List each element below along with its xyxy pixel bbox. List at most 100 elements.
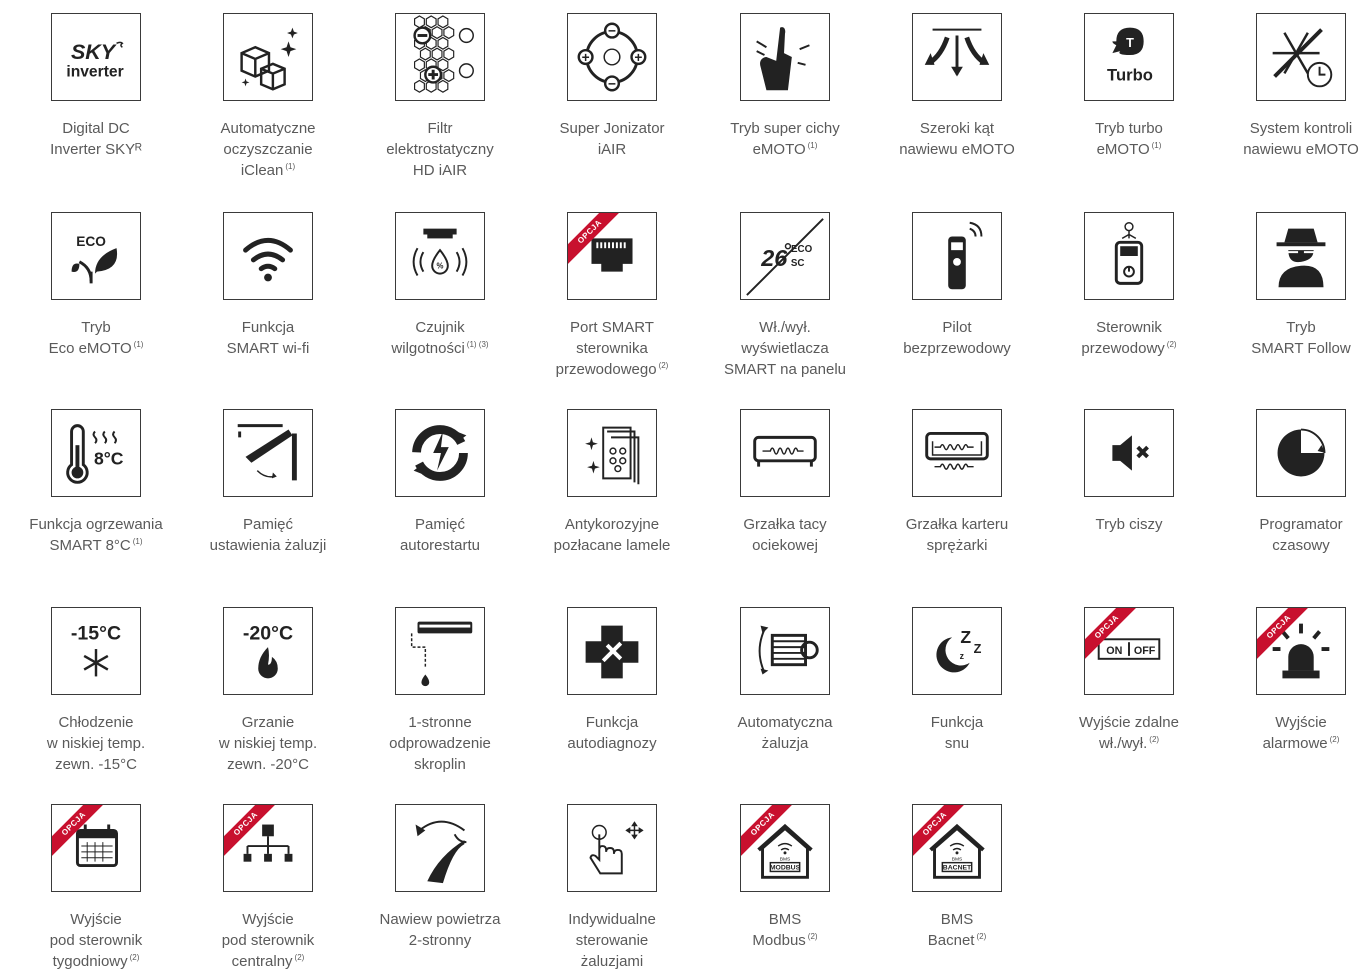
feature-icon-box: ZZz xyxy=(912,607,1002,695)
feature-icon-box xyxy=(912,13,1002,101)
tray-heater-icon xyxy=(753,435,817,467)
caption-line: bezprzewodowy xyxy=(903,340,1011,357)
caption-line: Inverter SKYᴿ xyxy=(50,141,142,158)
feature-caption: Wł./wył. wyświetlacza SMART na panelu xyxy=(689,317,881,380)
alarm-icon xyxy=(1272,623,1330,679)
feature-caption: Tryb turbo eMOTO (1) xyxy=(1033,118,1225,160)
timer-icon xyxy=(1277,428,1326,477)
svg-text:Z: Z xyxy=(974,642,982,656)
feature-icon-box xyxy=(395,409,485,497)
feature-caption: Automatyczna żaluzja xyxy=(689,712,881,754)
svg-text:BMS: BMS xyxy=(780,857,791,863)
caption-line: centralny (2) xyxy=(231,953,305,970)
caption-line: eMOTO (1) xyxy=(752,141,818,158)
caption-line: nawiewu eMOTO xyxy=(899,141,1015,158)
caption-line: zewn. -20°C xyxy=(227,756,309,773)
caption-line: Automatyczne xyxy=(220,120,316,137)
caption-line: iClean (1) xyxy=(240,162,296,179)
caption-line: sterowanie xyxy=(575,932,649,949)
svg-text:BACNET: BACNET xyxy=(943,865,972,872)
caption-line: SMART wi-fi xyxy=(226,340,310,357)
cooling-low-icon: -15°C xyxy=(71,622,121,677)
feature-icon-box: 26 ECO SC xyxy=(740,212,830,300)
caption-line: Funkcja xyxy=(930,714,984,731)
feature-caption: BMS Modbus (2) xyxy=(689,909,881,951)
feature-icon-box: SKY inverter xyxy=(51,13,141,101)
caption-line: pozłacane lamele xyxy=(553,537,671,554)
humidity-sensor-icon: % xyxy=(412,228,468,277)
ethernet-port-icon xyxy=(591,238,633,272)
svg-text:MODBUS: MODBUS xyxy=(770,865,801,872)
sleep-icon: ZZz xyxy=(936,627,982,673)
svg-text:−: − xyxy=(608,24,616,39)
turbo-icon: T Turbo xyxy=(1107,27,1153,84)
caption-line: Wyjście xyxy=(1275,714,1327,731)
caption-line: BMS xyxy=(768,911,802,928)
caption-line: alarmowe (2) xyxy=(1262,735,1340,752)
feature-caption: Digital DC Inverter SKYᴿ xyxy=(0,118,192,160)
feature-caption: Programator czasowy xyxy=(1205,514,1366,556)
caption-line: BMS xyxy=(940,911,974,928)
feature-caption: 1-stronne odprowadzenie skroplin xyxy=(344,712,536,775)
footnote-ref: (2) xyxy=(294,953,305,962)
network-icon xyxy=(243,824,293,862)
feature-caption: Funkcja snu xyxy=(861,712,1053,754)
caption-line: Antykorozyjne xyxy=(564,516,660,533)
feature-caption: Pilot bezprzewodowy xyxy=(861,317,1053,359)
caption-line: autodiagnozy xyxy=(567,735,657,752)
caption-line: wł./wył. (2) xyxy=(1098,735,1160,752)
feature-caption: Wyjście pod sterownik tygodniowy (2) xyxy=(0,909,192,972)
caption-line: Pamięć xyxy=(414,516,466,533)
caption-line: odprowadzenie xyxy=(389,735,491,752)
footnote-ref: (1) (3) xyxy=(466,340,489,349)
feature-caption: Port SMART sterownika przewodowego (2) xyxy=(516,317,708,380)
feature-icon-box xyxy=(395,13,485,101)
caption-line: Nawiew powietrza xyxy=(379,911,501,928)
gold-fins-icon xyxy=(585,426,640,485)
feature-caption: Tryb ciszy xyxy=(1033,514,1225,535)
caption-line: Grzanie xyxy=(241,714,295,731)
svg-text:BMS: BMS xyxy=(952,857,963,863)
caption-line: Wł./wył. xyxy=(759,319,811,336)
feature-icon-box: -15°C xyxy=(51,607,141,695)
caption-line: skroplin xyxy=(414,756,466,773)
footnote-ref: (1) xyxy=(807,141,818,150)
auto-louver-icon xyxy=(758,625,819,675)
calendar-icon xyxy=(75,824,118,868)
footnote-ref: (1) xyxy=(132,537,143,546)
caption-line: Sterownik xyxy=(1096,319,1162,336)
caption-line: System kontroli xyxy=(1249,120,1353,137)
caption-line: przewodowego (2) xyxy=(555,361,669,378)
caption-line: Wyjście xyxy=(242,911,294,928)
footnote-ref: (2) xyxy=(129,953,140,962)
svg-text:-15°C: -15°C xyxy=(71,622,121,644)
feature-icon-box xyxy=(740,409,830,497)
feature-icon-box xyxy=(223,13,313,101)
caption-line: Pamięć xyxy=(242,516,294,533)
feature-caption: Funkcja autodiagnozy xyxy=(516,712,708,754)
mute-icon xyxy=(1112,435,1149,471)
feature-icon-box: BMS BACNET OPCJA xyxy=(912,804,1002,892)
caption-line: w niskiej temp. xyxy=(218,735,318,752)
caption-line: ustawienia żaluzji xyxy=(209,537,327,554)
caption-line: Grzałka tacy xyxy=(743,516,827,533)
bms-house-icon: BMS MODBUS xyxy=(757,823,813,879)
feature-caption: Grzanie w niskiej temp. zewn. -20°C xyxy=(172,712,364,775)
feature-icon-box xyxy=(740,13,830,101)
on-off-icon: ON OFF xyxy=(1097,638,1161,660)
caption-line: nawiewu eMOTO xyxy=(1243,141,1359,158)
touch-icon xyxy=(589,821,644,875)
svg-text:ON: ON xyxy=(1106,645,1122,657)
caption-line: żaluzjami xyxy=(580,953,644,970)
svg-text:Z: Z xyxy=(960,627,971,647)
ionizer-icon: − − + + xyxy=(577,22,647,92)
caption-line: żaluzja xyxy=(761,735,809,752)
feature-icon-box xyxy=(1084,409,1174,497)
feature-caption: Szeroki kąt nawiewu eMOTO xyxy=(861,118,1053,160)
svg-text:OFF: OFF xyxy=(1134,645,1156,657)
feature-icon-box: ON OFF OPCJA xyxy=(1084,607,1174,695)
footnote-ref: (2) xyxy=(807,932,818,941)
feature-caption: Wyjście pod sterownik centralny (2) xyxy=(172,909,364,972)
feature-icon-box xyxy=(567,409,657,497)
caption-line: Pilot xyxy=(942,319,972,336)
